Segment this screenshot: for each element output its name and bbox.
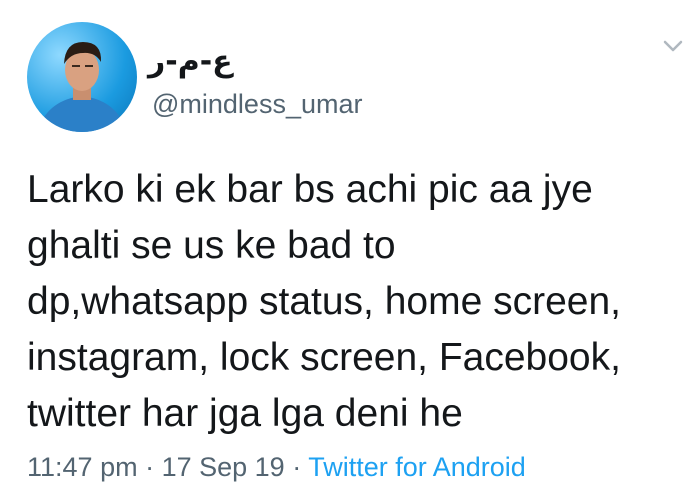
- avatar-photo: [37, 42, 127, 132]
- tweet-text: Larko ki ek bar bs achi pic aa jye ghalt…: [27, 168, 622, 435]
- display-name[interactable]: ع-م-ر: [148, 44, 233, 79]
- user-handle[interactable]: @mindless_umar: [152, 89, 362, 120]
- avatar[interactable]: [27, 22, 137, 132]
- meta-separator: ·: [284, 452, 309, 482]
- tweet-date[interactable]: 17 Sep 19: [162, 452, 285, 482]
- tweet-card: ع-م-ر @mindless_umar Larko ki ek bar bs …: [0, 0, 690, 497]
- tweet-meta: 11:47 pm · 17 Sep 19 · Twitter for Andro…: [27, 452, 526, 483]
- chevron-down-icon[interactable]: [662, 38, 684, 54]
- tweet-time[interactable]: 11:47 pm: [27, 452, 138, 482]
- tweet-source-link[interactable]: Twitter for Android: [308, 452, 526, 482]
- meta-separator: ·: [137, 452, 162, 482]
